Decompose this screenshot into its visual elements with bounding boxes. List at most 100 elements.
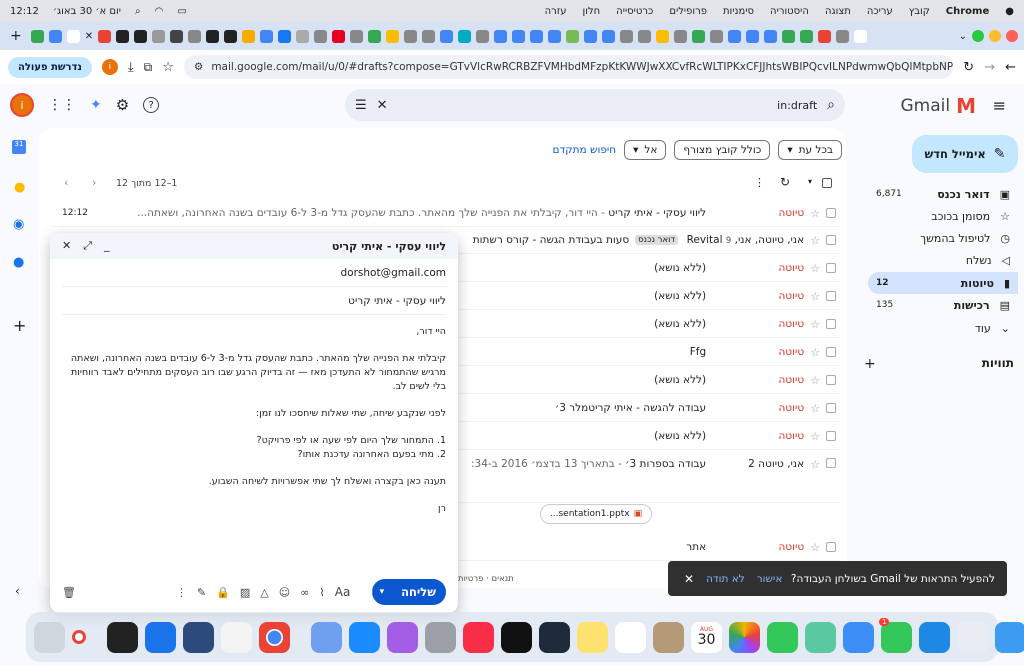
extensions-icon[interactable]: ⧉ <box>144 60 153 75</box>
row-checkbox[interactable] <box>826 263 836 273</box>
app-store-icon[interactable] <box>349 621 380 653</box>
row-label-chip[interactable]: דואר נכנס <box>635 235 679 245</box>
any-time-filter[interactable]: בכל עת ▾ <box>778 140 842 160</box>
star-icon[interactable]: ☆ <box>810 290 820 303</box>
tab-favicon[interactable] <box>368 29 382 43</box>
mail-search-bar[interactable]: ☰ ✕ in:draft ⌕ <box>345 89 845 121</box>
music-icon[interactable] <box>463 621 494 653</box>
discard-draft-icon[interactable]: 🗑 <box>62 586 76 599</box>
compose-header[interactable]: ✕ ⤢ _ ליווי עסקי - איתי קריט <box>50 233 458 259</box>
close-compose-icon[interactable]: ✕ <box>62 239 71 253</box>
minimize-compose-icon[interactable]: _ <box>104 239 110 253</box>
star-icon[interactable]: ☆ <box>810 541 820 554</box>
search-icon[interactable]: ⌕ <box>135 6 141 17</box>
row-checkbox[interactable] <box>826 291 836 301</box>
tab-favicon[interactable] <box>638 29 652 43</box>
tab-favicon[interactable] <box>620 29 634 43</box>
tab-favicon[interactable] <box>206 29 220 43</box>
decline-notifications-button[interactable]: לא תודה <box>706 573 745 585</box>
tab-favicon[interactable] <box>854 29 868 43</box>
safari-icon[interactable] <box>919 621 950 653</box>
photos-icon[interactable] <box>729 621 760 653</box>
list-item[interactable]: ☆ טיוטה אתר <box>458 534 840 561</box>
tab-favicon[interactable] <box>548 29 562 43</box>
tab-favicon[interactable] <box>800 29 814 43</box>
notes-icon[interactable] <box>577 621 608 653</box>
menu-help[interactable]: עזרה <box>545 6 567 17</box>
launchpad-icon[interactable] <box>957 621 988 653</box>
row-checkbox[interactable] <box>826 431 836 441</box>
forward-icon[interactable]: → <box>984 60 995 75</box>
tab-favicon[interactable] <box>764 29 778 43</box>
row-checkbox[interactable] <box>826 458 836 468</box>
calendar-icon[interactable]: AUG 30 <box>691 621 722 653</box>
tab-favicon[interactable] <box>48 29 62 43</box>
podcasts-icon[interactable] <box>387 621 418 653</box>
menu-view[interactable]: תצוגה <box>825 6 851 17</box>
signature-pen-icon[interactable]: ✎ <box>197 586 206 599</box>
url-text[interactable]: mail.google.com/mail/u/0/#drafts?compose… <box>211 61 953 73</box>
tab-search-icon[interactable]: ⌄ <box>959 31 967 42</box>
star-icon[interactable]: ☆ <box>810 262 820 275</box>
tab-favicon[interactable] <box>296 29 310 43</box>
list-item[interactable]: ☆ טיוטה עבודה להגשה - איתי קריטמלר 3׳ <box>458 395 840 422</box>
list-item[interactable]: ☆ טיוטה (ללא נושא) <box>458 283 840 310</box>
row-checkbox[interactable] <box>826 319 836 329</box>
to-field[interactable]: dorshot@gmail.com <box>62 259 446 287</box>
gemini-icon[interactable]: ✦ <box>90 97 102 113</box>
profile-avatar[interactable]: i <box>101 59 118 75</box>
tab-favicon[interactable] <box>512 29 526 43</box>
collapse-panel-icon[interactable]: ‹ <box>15 584 20 598</box>
more-options-icon[interactable]: ⋮ <box>176 586 187 599</box>
cursor-app-icon[interactable] <box>107 621 138 653</box>
system-settings-icon[interactable] <box>425 621 456 653</box>
trash-icon[interactable] <box>34 621 65 653</box>
nav-item-starred[interactable]: מסומן בכוכב ☆ <box>868 205 1018 227</box>
settings-gear-icon[interactable]: ⚙ <box>116 96 129 114</box>
apps-grid-icon[interactable]: ⋮⋮ <box>48 97 76 113</box>
date[interactable]: יום א׳ 30 באוג׳ <box>53 6 121 17</box>
files-icon[interactable] <box>311 621 342 653</box>
tab-favicon[interactable] <box>584 29 598 43</box>
wifi-icon[interactable]: ◠ <box>155 6 164 17</box>
list-item[interactable]: ☆ טיוטה (ללא נושא) <box>458 255 840 282</box>
facetime-icon[interactable] <box>767 621 798 653</box>
list-item[interactable]: ☆ טיוטה Ffg <box>458 339 840 366</box>
freeform-icon[interactable] <box>539 621 570 653</box>
schedule-send-arrow-icon[interactable]: ▾ <box>371 587 392 597</box>
tab-favicon[interactable] <box>818 29 832 43</box>
close-tab-icon[interactable]: ✕ <box>85 31 93 42</box>
list-item[interactable]: ☆ אני, טיוטה 2 עבודה בספרות 3׳ - בתאריך … <box>458 451 840 503</box>
minimize-window-button[interactable] <box>989 30 1001 42</box>
menu-window[interactable]: חלון <box>583 6 601 17</box>
tab-favicon[interactable] <box>494 29 508 43</box>
address-bar[interactable]: ⚙ mail.google.com/mail/u/0/#drafts?compo… <box>183 55 954 79</box>
confirm-notifications-button[interactable]: אישור <box>757 573 783 585</box>
star-icon[interactable]: ☆ <box>810 234 820 247</box>
main-menu-icon[interactable]: ≡ <box>993 96 1006 115</box>
star-icon[interactable]: ☆ <box>810 207 820 220</box>
tab-favicon[interactable] <box>476 29 490 43</box>
tab-favicon[interactable] <box>656 29 670 43</box>
refresh-icon[interactable]: ↻ <box>780 175 790 189</box>
tab-favicon[interactable] <box>440 29 454 43</box>
back-icon[interactable]: ← <box>1005 60 1016 75</box>
close-icon[interactable]: ✕ <box>684 572 694 586</box>
star-icon[interactable]: ☆ <box>810 458 820 471</box>
message-body[interactable]: היי דור, קיבלתי את הפנייה שלך מהאתר. כתב… <box>50 315 458 539</box>
new-tab-button[interactable]: + <box>10 28 22 44</box>
tab-favicon[interactable] <box>188 29 202 43</box>
insert-link-icon[interactable]: ∞ <box>300 586 309 599</box>
reload-icon[interactable]: ↻ <box>963 60 974 75</box>
expand-compose-icon[interactable]: ⤢ <box>83 239 92 253</box>
to-filter[interactable]: אל ▾ <box>624 140 667 160</box>
insert-photo-icon[interactable]: ▨ <box>240 586 250 599</box>
star-icon[interactable]: ☆ <box>810 402 820 415</box>
subject-value[interactable]: ליווי עסקי - איתי קריט <box>348 295 446 307</box>
contacts-icon[interactable] <box>653 621 684 653</box>
tab-favicon[interactable] <box>386 29 400 43</box>
emoji-icon[interactable]: ☺ <box>279 586 290 599</box>
finder-icon[interactable] <box>995 621 1024 653</box>
tab-favicon[interactable] <box>30 29 44 43</box>
nav-item-drafts[interactable]: 12 טיוטות ▮ <box>868 272 1018 294</box>
